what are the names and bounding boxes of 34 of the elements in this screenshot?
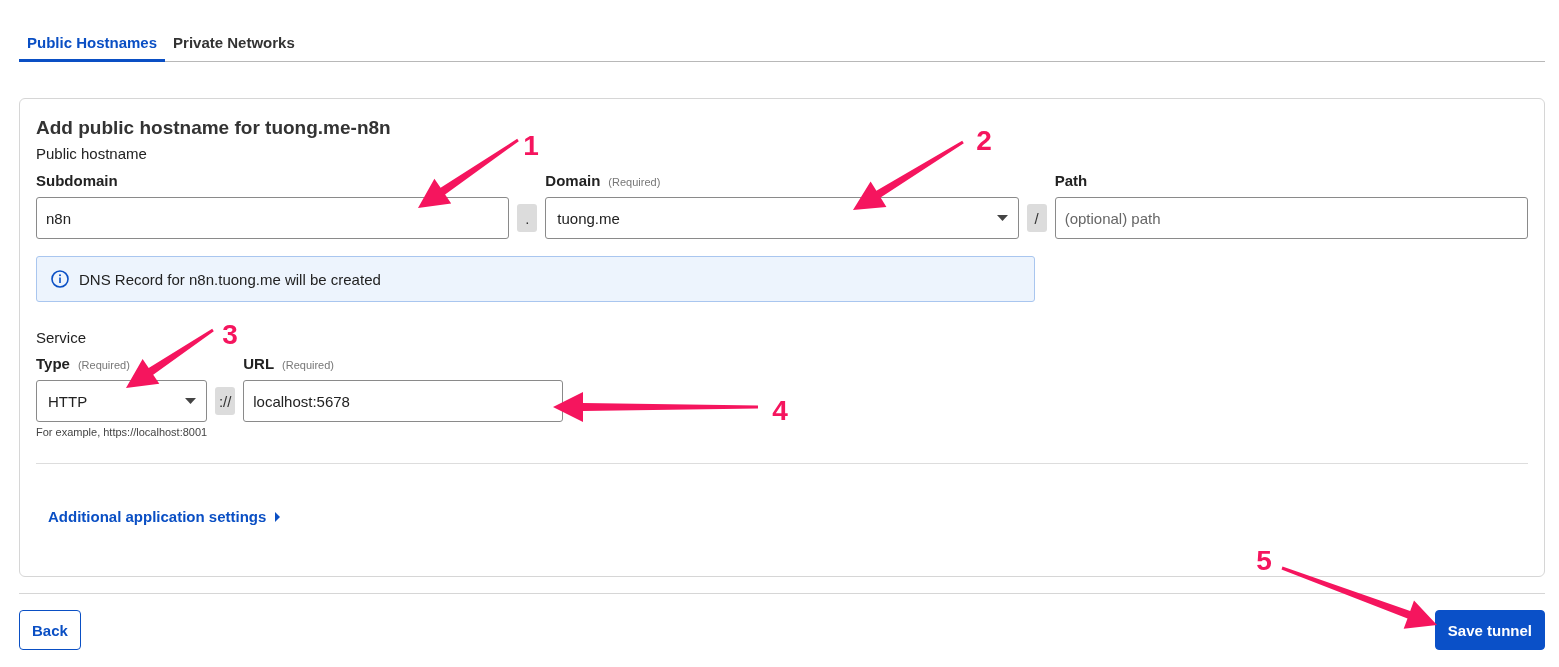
caret-icon <box>996 215 1008 221</box>
text-field[interactable]: localhost:5678 <box>243 380 564 422</box>
annotation-number: 1 <box>523 130 539 161</box>
tab[interactable]: Public Hostnames <box>19 28 166 62</box>
separator-label: / <box>1026 204 1047 232</box>
card-title: Add public hostname for tuong.me-n8n <box>36 117 392 139</box>
dropdown-field[interactable]: tuong.me <box>545 197 1019 239</box>
field-label: Subdomain <box>36 172 118 189</box>
field-label: Path <box>1054 172 1088 189</box>
annotation-number: 4 <box>772 395 788 426</box>
section-label: Public hostname <box>36 145 147 162</box>
tab[interactable]: Private Networks <box>165 28 303 62</box>
text-field[interactable]: (optional) path <box>1054 197 1528 239</box>
separator-label: :// <box>215 387 236 415</box>
separator-label: . <box>517 204 538 232</box>
expander-link[interactable]: Additional application settings <box>48 508 282 525</box>
annotation-number: 3 <box>222 319 238 350</box>
annotation-number: 2 <box>976 125 992 156</box>
info-icon <box>51 270 69 288</box>
field-label: Type <box>36 355 70 372</box>
annotation-number: 5 <box>1256 545 1272 576</box>
caret-icon <box>274 511 282 522</box>
required-label: (Required) <box>608 176 661 188</box>
required-label: (Required) <box>282 359 334 371</box>
field-label: Domain <box>545 172 601 189</box>
back-button[interactable]: Back <box>19 610 81 650</box>
save-button[interactable]: Save tunnel <box>1434 610 1545 650</box>
text-field[interactable]: n8n <box>36 197 510 239</box>
field-label: URL <box>243 355 275 372</box>
caret-icon <box>185 398 197 404</box>
section-label: Service <box>36 329 87 346</box>
hint-text: For example, https://localhost:8001 <box>36 426 208 438</box>
info-text: DNS Record for n8n.tuong.me will be created <box>79 270 381 288</box>
required-label: (Required) <box>77 359 130 371</box>
